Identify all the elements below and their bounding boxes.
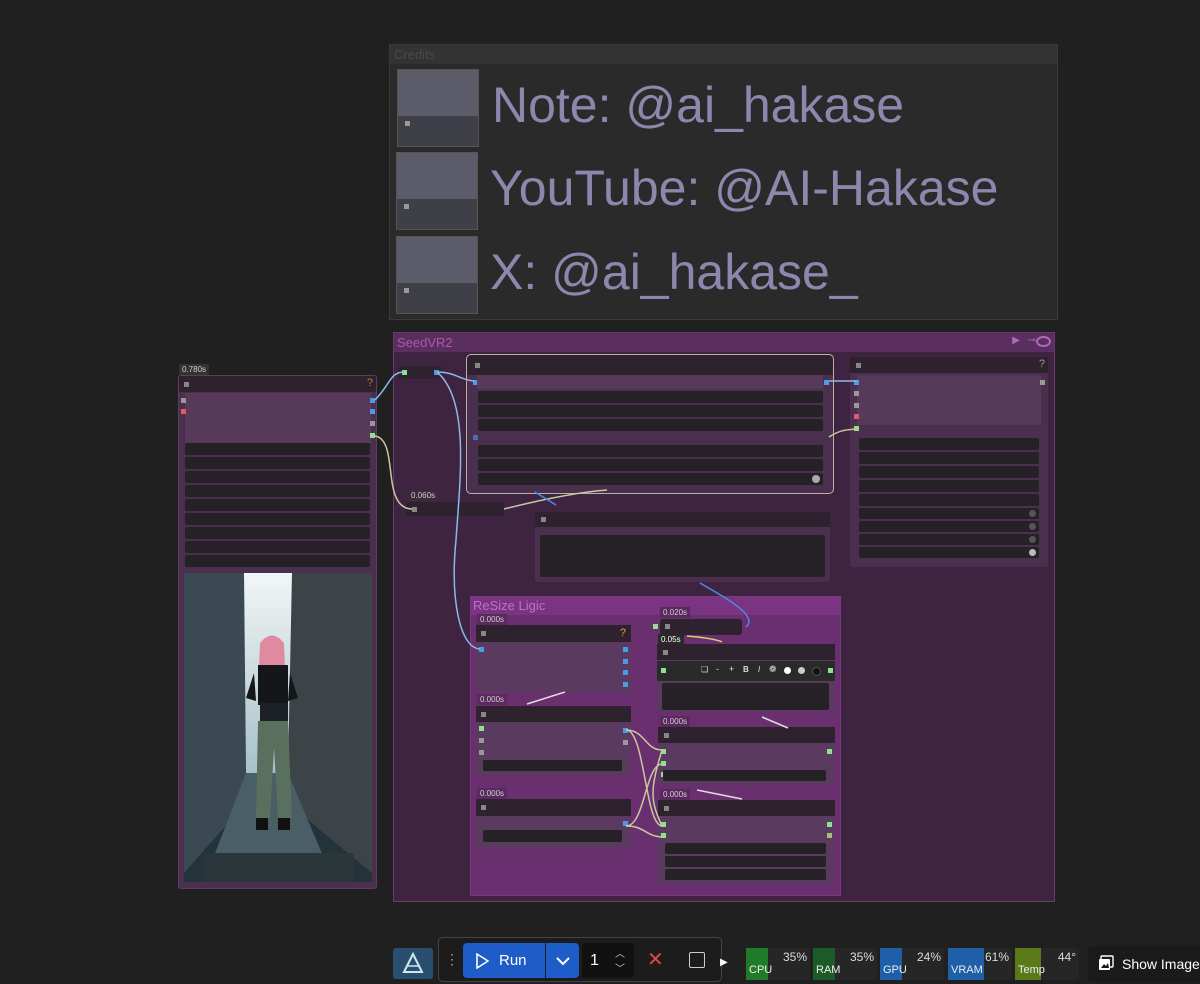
run-mode-dropdown[interactable]: [546, 943, 579, 978]
stat-vram-value: 61%: [984, 950, 1009, 964]
image-icon: [1099, 955, 1114, 970]
chevron-down-icon: [556, 957, 570, 966]
show-image-button[interactable]: Show Image: [1088, 946, 1200, 982]
cancel-icon[interactable]: ✕: [647, 947, 664, 972]
stat-vram-label: VRAM: [951, 964, 983, 976]
stat-ram-value: 35%: [849, 950, 874, 964]
comfy-logo-button[interactable]: [393, 948, 433, 979]
stat-vram: VRAM 61%: [948, 948, 1012, 980]
node-links: [374, 371, 858, 838]
stat-ram-label: RAM: [816, 964, 841, 976]
comfy-logo-icon: [402, 951, 424, 973]
stat-temp-label: Temp: [1018, 964, 1045, 976]
stat-temp: Temp 44°: [1015, 948, 1079, 980]
run-toolbar[interactable]: ⋮⋮ Run 1 ︿ ﹀ ✕: [438, 937, 722, 982]
stat-ram: RAM 35%: [813, 948, 877, 980]
decrement-button[interactable]: ﹀: [615, 960, 625, 975]
stat-gpu-label: GPU: [883, 964, 907, 976]
play-icon: [476, 953, 489, 969]
show-image-label: Show Image: [1122, 956, 1200, 972]
stop-icon[interactable]: [689, 952, 705, 968]
stat-gpu-value: 24%: [916, 950, 941, 964]
stat-temp-value: 44°: [1057, 950, 1076, 964]
stat-gpu: GPU 24%: [880, 948, 944, 980]
batch-count-value: 1: [590, 952, 599, 969]
stat-cpu: CPU 35%: [746, 948, 810, 980]
expand-arrow-icon[interactable]: ▶: [720, 957, 728, 968]
stat-cpu-value: 35%: [782, 950, 807, 964]
batch-count-input[interactable]: 1 ︿ ﹀: [582, 943, 634, 978]
stat-cpu-label: CPU: [749, 964, 773, 976]
run-button[interactable]: Run: [463, 943, 545, 978]
run-label: Run: [499, 952, 527, 969]
increment-button[interactable]: ︿: [615, 945, 625, 960]
